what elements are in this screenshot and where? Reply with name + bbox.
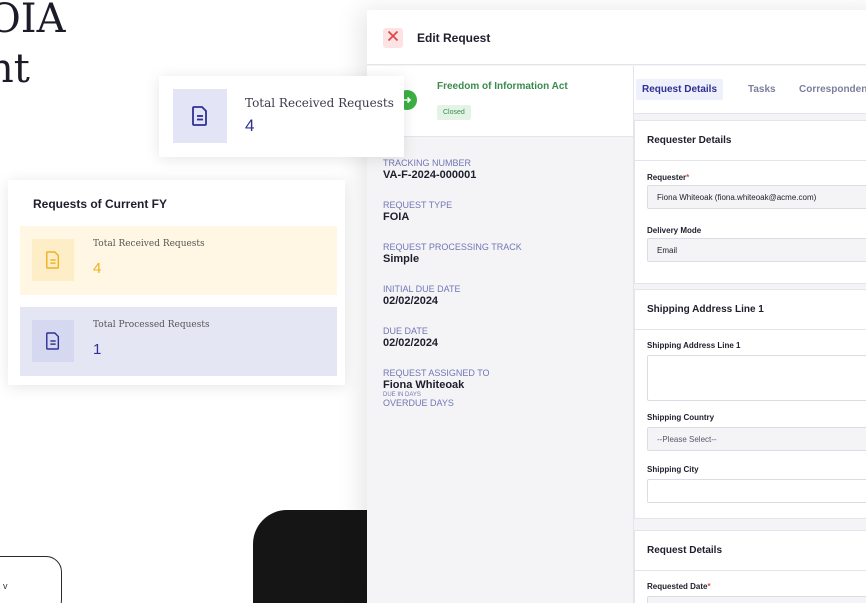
section-header: Requester Details [635, 121, 866, 161]
act-summary: Freedom of Information Act Closed [367, 66, 633, 137]
edit-request-modal: Edit Request Freedom of Information Act … [367, 10, 866, 603]
due-date-block: DUE DATE 02/02/2024 [383, 326, 438, 349]
requester-field[interactable]: Fiona Whiteoak (fiona.whiteoak@acme.com) [647, 185, 866, 209]
shipping-city-label: Shipping City [647, 465, 699, 474]
shipping-address-line-1-label: Shipping Address Line 1 [647, 341, 741, 350]
total-received-card: Total Received Requests 4 [159, 76, 404, 157]
tab-request-details[interactable]: Request Details [636, 79, 724, 100]
requester-label: Requester* [647, 173, 690, 182]
assigned-to-label: REQUEST ASSIGNED TO [383, 368, 490, 378]
shipping-address-section: Shipping Address Line 1 Shipping Address… [634, 289, 866, 519]
shipping-country-select[interactable]: --Please Select-- [647, 427, 866, 451]
request-summary-panel: Freedom of Information Act Closed TRACKI… [367, 66, 633, 603]
shipping-address-line-1-input[interactable] [647, 355, 866, 401]
initial-due-date-block: INITIAL DUE DATE 02/02/2024 [383, 284, 461, 307]
requester-value: Fiona Whiteoak (fiona.whiteoak@acme.com) [657, 193, 817, 202]
tracking-number-label: TRACKING NUMBER [383, 158, 472, 168]
shipping-country-label: Shipping Country [647, 413, 715, 422]
requester-details-section: Requester Details Requester* Fiona White… [634, 120, 866, 284]
tab-tasks[interactable]: Tasks [742, 79, 782, 100]
modal-header: Edit Request [367, 10, 866, 65]
document-icon [32, 320, 74, 362]
act-name: Freedom of Information Act [437, 81, 568, 92]
hero-heading-line-2: nt [0, 46, 30, 92]
overdue-days-label: OVERDUE DAYS [383, 398, 454, 408]
processing-track-label: REQUEST PROCESSING TRACK [383, 242, 522, 252]
fy-card-title: Requests of Current FY [33, 197, 168, 211]
initial-due-date-label: INITIAL DUE DATE [383, 284, 461, 294]
requests-current-fy-card: Requests of Current FY Total Received Re… [8, 180, 345, 385]
shipping-address-title: Shipping Address Line 1 [647, 304, 764, 315]
tab-bar: Request Details Tasks Correspondence [634, 66, 866, 114]
close-icon [387, 29, 399, 47]
fy-received-tile[interactable]: Total Received Requests 4 [20, 226, 337, 295]
fy-processed-label: Total Processed Requests [93, 320, 210, 330]
delivery-mode-label: Delivery Mode [647, 226, 702, 235]
assigned-to-value: Fiona Whiteoak [383, 379, 465, 391]
request-details-section: Request Details Requested Date* [634, 530, 866, 603]
delivery-mode-field[interactable]: Email [647, 238, 866, 262]
document-icon [173, 89, 227, 143]
request-type-block: REQUEST TYPE FOIA [383, 200, 452, 223]
requester-details-title: Requester Details [647, 135, 732, 146]
shipping-city-input[interactable] [647, 479, 866, 503]
outline-button[interactable]: v [0, 556, 62, 603]
status-badge: Closed [437, 105, 471, 120]
requested-date-label: Requested Date* [647, 582, 711, 591]
tab-correspondence[interactable]: Correspondence [793, 79, 866, 100]
request-details-title: Request Details [647, 545, 723, 556]
initial-due-date-value: 02/02/2024 [383, 295, 439, 307]
due-date-label: DUE DATE [383, 326, 428, 336]
fy-received-value: 4 [93, 260, 102, 277]
tracking-number-value: VA-F-2024-000001 [383, 169, 477, 181]
request-type-label: REQUEST TYPE [383, 200, 453, 210]
fy-received-label: Total Received Requests [93, 239, 205, 249]
requested-date-input[interactable] [647, 596, 866, 603]
hero-heading: OIA nt [0, 0, 65, 94]
processing-track-block: REQUEST PROCESSING TRACK Simple [383, 242, 522, 265]
fy-processed-tile[interactable]: Total Processed Requests 1 [20, 307, 337, 376]
shipping-country-value: --Please Select-- [657, 435, 717, 444]
modal-title: Edit Request [417, 31, 491, 45]
processing-track-value: Simple [383, 253, 420, 265]
section-header: Shipping Address Line 1 [635, 290, 866, 330]
section-header: Request Details [635, 531, 866, 571]
hero-heading-line-1: OIA [0, 0, 66, 42]
close-button[interactable] [383, 28, 403, 48]
outline-button-label: v [3, 581, 8, 591]
delivery-mode-value: Email [657, 246, 678, 255]
due-date-value: 02/02/2024 [383, 337, 439, 349]
document-icon [32, 239, 74, 281]
assigned-to-block: REQUEST ASSIGNED TO Fiona Whiteoak DUE I… [383, 368, 490, 408]
fy-processed-value: 1 [93, 341, 102, 358]
request-type-value: FOIA [383, 211, 410, 223]
request-form-panel: Request Details Tasks Correspondence Req… [633, 66, 866, 603]
tracking-number-block: TRACKING NUMBER VA-F-2024-000001 [383, 158, 476, 181]
total-received-label: Total Received Requests [245, 96, 394, 110]
total-received-value: 4 [245, 116, 255, 135]
